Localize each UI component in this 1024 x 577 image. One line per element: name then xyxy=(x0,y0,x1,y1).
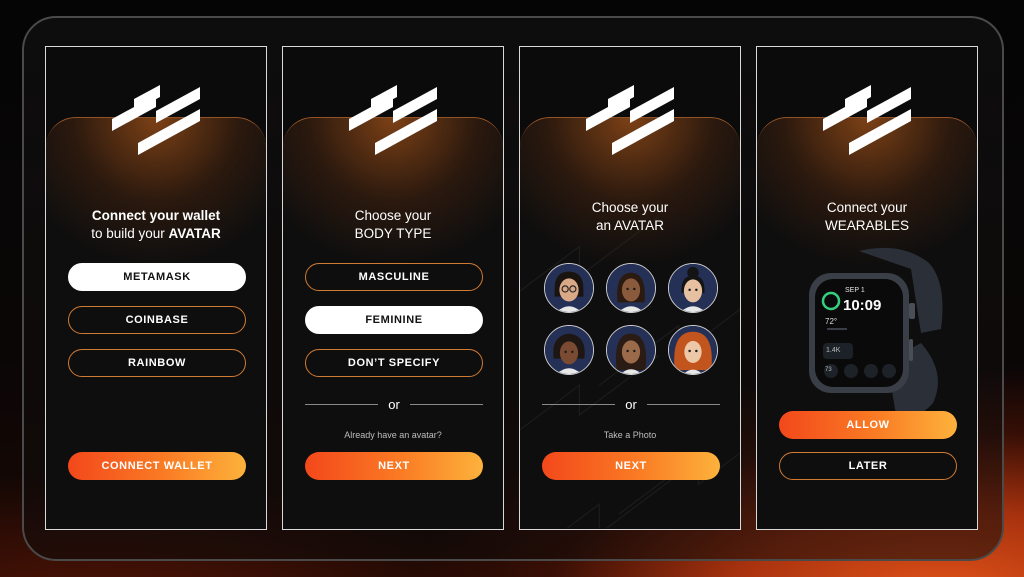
avatar-long-hair-icon xyxy=(607,326,655,374)
title-bold: AVATAR xyxy=(168,226,221,241)
brand-logo-icon xyxy=(823,85,911,155)
masculine-option[interactable]: MASCULINE xyxy=(305,263,483,291)
title-line-1: Connect your wallet xyxy=(91,208,221,223)
brand-logo-icon xyxy=(586,85,674,155)
avatar-option[interactable] xyxy=(544,263,594,313)
or-label: or xyxy=(388,397,400,412)
smartwatch-icon xyxy=(809,247,943,421)
screen-connect-wallet: Connect your wallet to build your AVATAR… xyxy=(45,46,267,530)
divider-line xyxy=(409,404,483,405)
allow-button[interactable]: ALLOW xyxy=(779,411,957,439)
rainbow-button[interactable]: RAINBOW xyxy=(68,349,246,377)
avatar-option[interactable] xyxy=(668,325,718,375)
feminine-option[interactable]: FEMININE xyxy=(305,306,483,334)
avatar-option[interactable] xyxy=(606,325,656,375)
take-photo-link[interactable]: Take a Photo xyxy=(520,430,740,440)
avatar-curly-dark-icon xyxy=(545,326,593,374)
title-line-2: an AVATAR xyxy=(595,218,665,233)
screen-title: Connect your wallet to build your AVATAR xyxy=(46,207,266,243)
screen-title: Choose your BODY TYPE xyxy=(283,207,503,243)
screen-title: Connect your WEARABLES xyxy=(757,199,977,235)
screen-title: Choose your an AVATAR xyxy=(520,199,740,235)
next-button[interactable]: NEXT xyxy=(305,452,483,480)
avatar-option[interactable] xyxy=(668,263,718,313)
avatar-braids-icon xyxy=(607,264,655,312)
title-line-2: WEARABLES xyxy=(824,218,910,233)
or-divider: or xyxy=(305,397,483,412)
title-prefix: to build your xyxy=(91,226,165,241)
connect-wallet-button[interactable]: CONNECT WALLET xyxy=(68,452,246,480)
avatar-option[interactable] xyxy=(544,325,594,375)
brand-logo-icon xyxy=(349,85,437,155)
watch-temp: 72° xyxy=(825,317,838,326)
screen-choose-avatar: Choose your an AVATAR or Take a Photo NE… xyxy=(519,46,741,530)
divider-line xyxy=(542,404,616,405)
screen-wearables: Connect your WEARABLES SEP 1 10:09 72° 1… xyxy=(756,46,978,530)
dont-specify-option[interactable]: DON’T SPECIFY xyxy=(305,349,483,377)
avatar-option[interactable] xyxy=(606,263,656,313)
smartwatch-image: SEP 1 10:09 72° 1.4K 73 xyxy=(801,243,945,439)
brand-logo-icon xyxy=(112,85,200,155)
metamask-button[interactable]: METAMASK xyxy=(68,263,246,291)
watch-date: SEP 1 xyxy=(845,287,865,294)
title-line-2: BODY TYPE xyxy=(354,226,432,241)
avatar-bun-icon xyxy=(669,264,717,312)
screen-body-type: Choose your BODY TYPE MASCULINE FEMININE… xyxy=(282,46,504,530)
title-line-2: to build your AVATAR xyxy=(46,225,266,243)
title-line-1: Choose your xyxy=(591,200,669,215)
watch-battery: 73 xyxy=(825,367,832,373)
next-button[interactable]: NEXT xyxy=(542,452,720,480)
existing-avatar-link[interactable]: Already have an avatar? xyxy=(283,430,503,440)
avatar-glasses-icon xyxy=(545,264,593,312)
title-line-1: Choose your xyxy=(354,208,432,223)
divider-line xyxy=(646,404,720,405)
watch-steps: 1.4K xyxy=(826,347,841,354)
avatar-red-curly-icon xyxy=(669,326,717,374)
or-divider: or xyxy=(542,397,720,412)
title-line-1: Connect your xyxy=(826,200,908,215)
or-label: or xyxy=(625,397,637,412)
watch-time: 10:09 xyxy=(843,297,882,314)
later-button[interactable]: LATER xyxy=(779,452,957,480)
divider-line xyxy=(305,404,379,405)
coinbase-button[interactable]: COINBASE xyxy=(68,306,246,334)
